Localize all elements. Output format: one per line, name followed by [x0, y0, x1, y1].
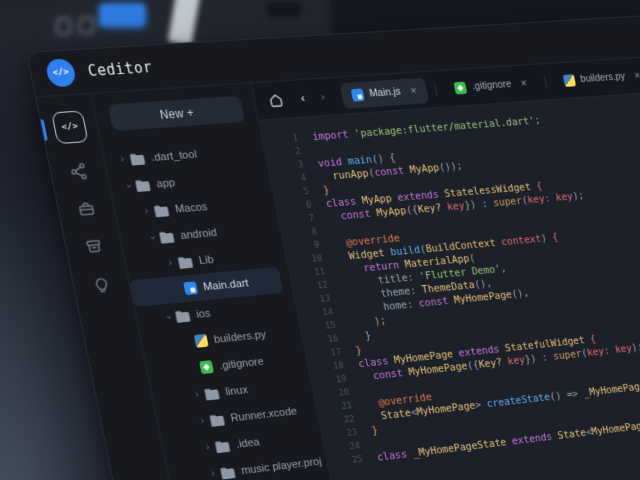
line-content: } — [352, 329, 373, 344]
tree-item-label: .idea — [235, 436, 261, 450]
tree-item-label: Lib — [198, 254, 215, 267]
tab-label: Main.js — [368, 86, 401, 99]
line-content: } — [322, 184, 331, 198]
lightbulb-icon[interactable] — [81, 264, 122, 304]
tab-builders-py[interactable]: builders.py ✕ — [552, 62, 640, 93]
chevron-down-icon[interactable]: › — [121, 180, 134, 193]
folder-icon — [134, 179, 151, 192]
screenshot-stage: </> Ceditor </> New — [0, 0, 640, 480]
tree-item-label: linux — [224, 384, 249, 398]
tab-close-icon[interactable]: ✕ — [520, 78, 529, 89]
line-content — [330, 224, 333, 237]
chevron-down-icon[interactable]: › — [146, 232, 159, 245]
folder-icon — [153, 204, 170, 217]
tree-item-label: android — [179, 227, 218, 242]
tree-item-label: Macos — [174, 201, 208, 215]
folder-icon — [204, 387, 221, 400]
tree-item-label: .gitignore — [218, 355, 265, 371]
line-content — [314, 144, 317, 157]
folder-icon — [177, 255, 194, 268]
tree-item-label: music player.proj — [240, 455, 322, 476]
tab-label: .gitignore — [471, 79, 512, 93]
home-icon[interactable] — [266, 91, 285, 108]
tab-label: builders.py — [579, 71, 626, 85]
line-content: } — [354, 344, 363, 358]
line-content — [362, 384, 365, 397]
chevron-right-icon[interactable]: › — [116, 154, 130, 166]
share-nodes-icon[interactable] — [59, 152, 100, 192]
backdrop-icon — [79, 17, 94, 34]
line-content — [373, 438, 376, 451]
line-number: 25 — [338, 453, 364, 469]
folder-icon — [174, 309, 191, 322]
new-file-button[interactable]: New + — [108, 96, 246, 131]
tab-close-icon[interactable]: ✕ — [633, 70, 640, 80]
folder-icon — [220, 466, 236, 479]
tree-item-label: Runner.xcode — [230, 405, 298, 424]
tree-item-label: app — [155, 177, 176, 190]
chevron-down-icon[interactable]: › — [162, 311, 175, 324]
tab-separator — [434, 83, 438, 96]
editor-window: </> Ceditor </> New — [26, 15, 640, 480]
backdrop-blue-button — [99, 3, 146, 27]
tab-gitignore[interactable]: .gitignore ✕ — [443, 70, 540, 101]
tree-item-label: Main.dart — [202, 277, 249, 293]
line-content: } — [371, 424, 380, 438]
folder-icon — [214, 439, 230, 452]
folder-icon — [129, 152, 146, 165]
tab-separator — [544, 75, 547, 88]
back-chevron-icon[interactable]: ‹ — [291, 91, 314, 107]
git-file-icon — [453, 81, 467, 94]
chevron-right-icon[interactable]: › — [140, 206, 154, 218]
chevron-right-icon[interactable]: › — [206, 468, 220, 480]
tab-close-icon[interactable]: ✕ — [409, 85, 418, 96]
python-file-icon — [563, 74, 576, 87]
python-file-icon — [194, 334, 209, 348]
folder-icon — [158, 230, 175, 243]
code-icon[interactable]: </> — [51, 110, 89, 144]
app-title: Ceditor — [86, 58, 154, 80]
dart-file-icon — [183, 281, 198, 295]
chevron-right-icon[interactable]: › — [164, 257, 178, 269]
backdrop-light-bar — [168, 0, 201, 46]
dart-file-icon — [350, 88, 364, 101]
backdrop-pill — [267, 2, 301, 17]
git-file-icon — [199, 360, 214, 374]
tree-item-label: ios — [195, 307, 211, 320]
chevron-right-icon[interactable]: › — [190, 389, 204, 401]
folder-icon — [209, 413, 225, 426]
tree-item-label: builders.py — [213, 329, 267, 346]
briefcase-icon[interactable] — [66, 189, 107, 229]
tab-main-js[interactable]: Main.js ✕ — [339, 77, 429, 108]
chevron-right-icon[interactable]: › — [201, 442, 215, 454]
backdrop-icon — [56, 18, 71, 35]
chevron-right-icon[interactable]: › — [196, 415, 210, 427]
archive-icon[interactable] — [74, 226, 115, 266]
tree-item-label: .dart_tool — [150, 148, 198, 163]
app-logo-icon: </> — [44, 58, 77, 87]
